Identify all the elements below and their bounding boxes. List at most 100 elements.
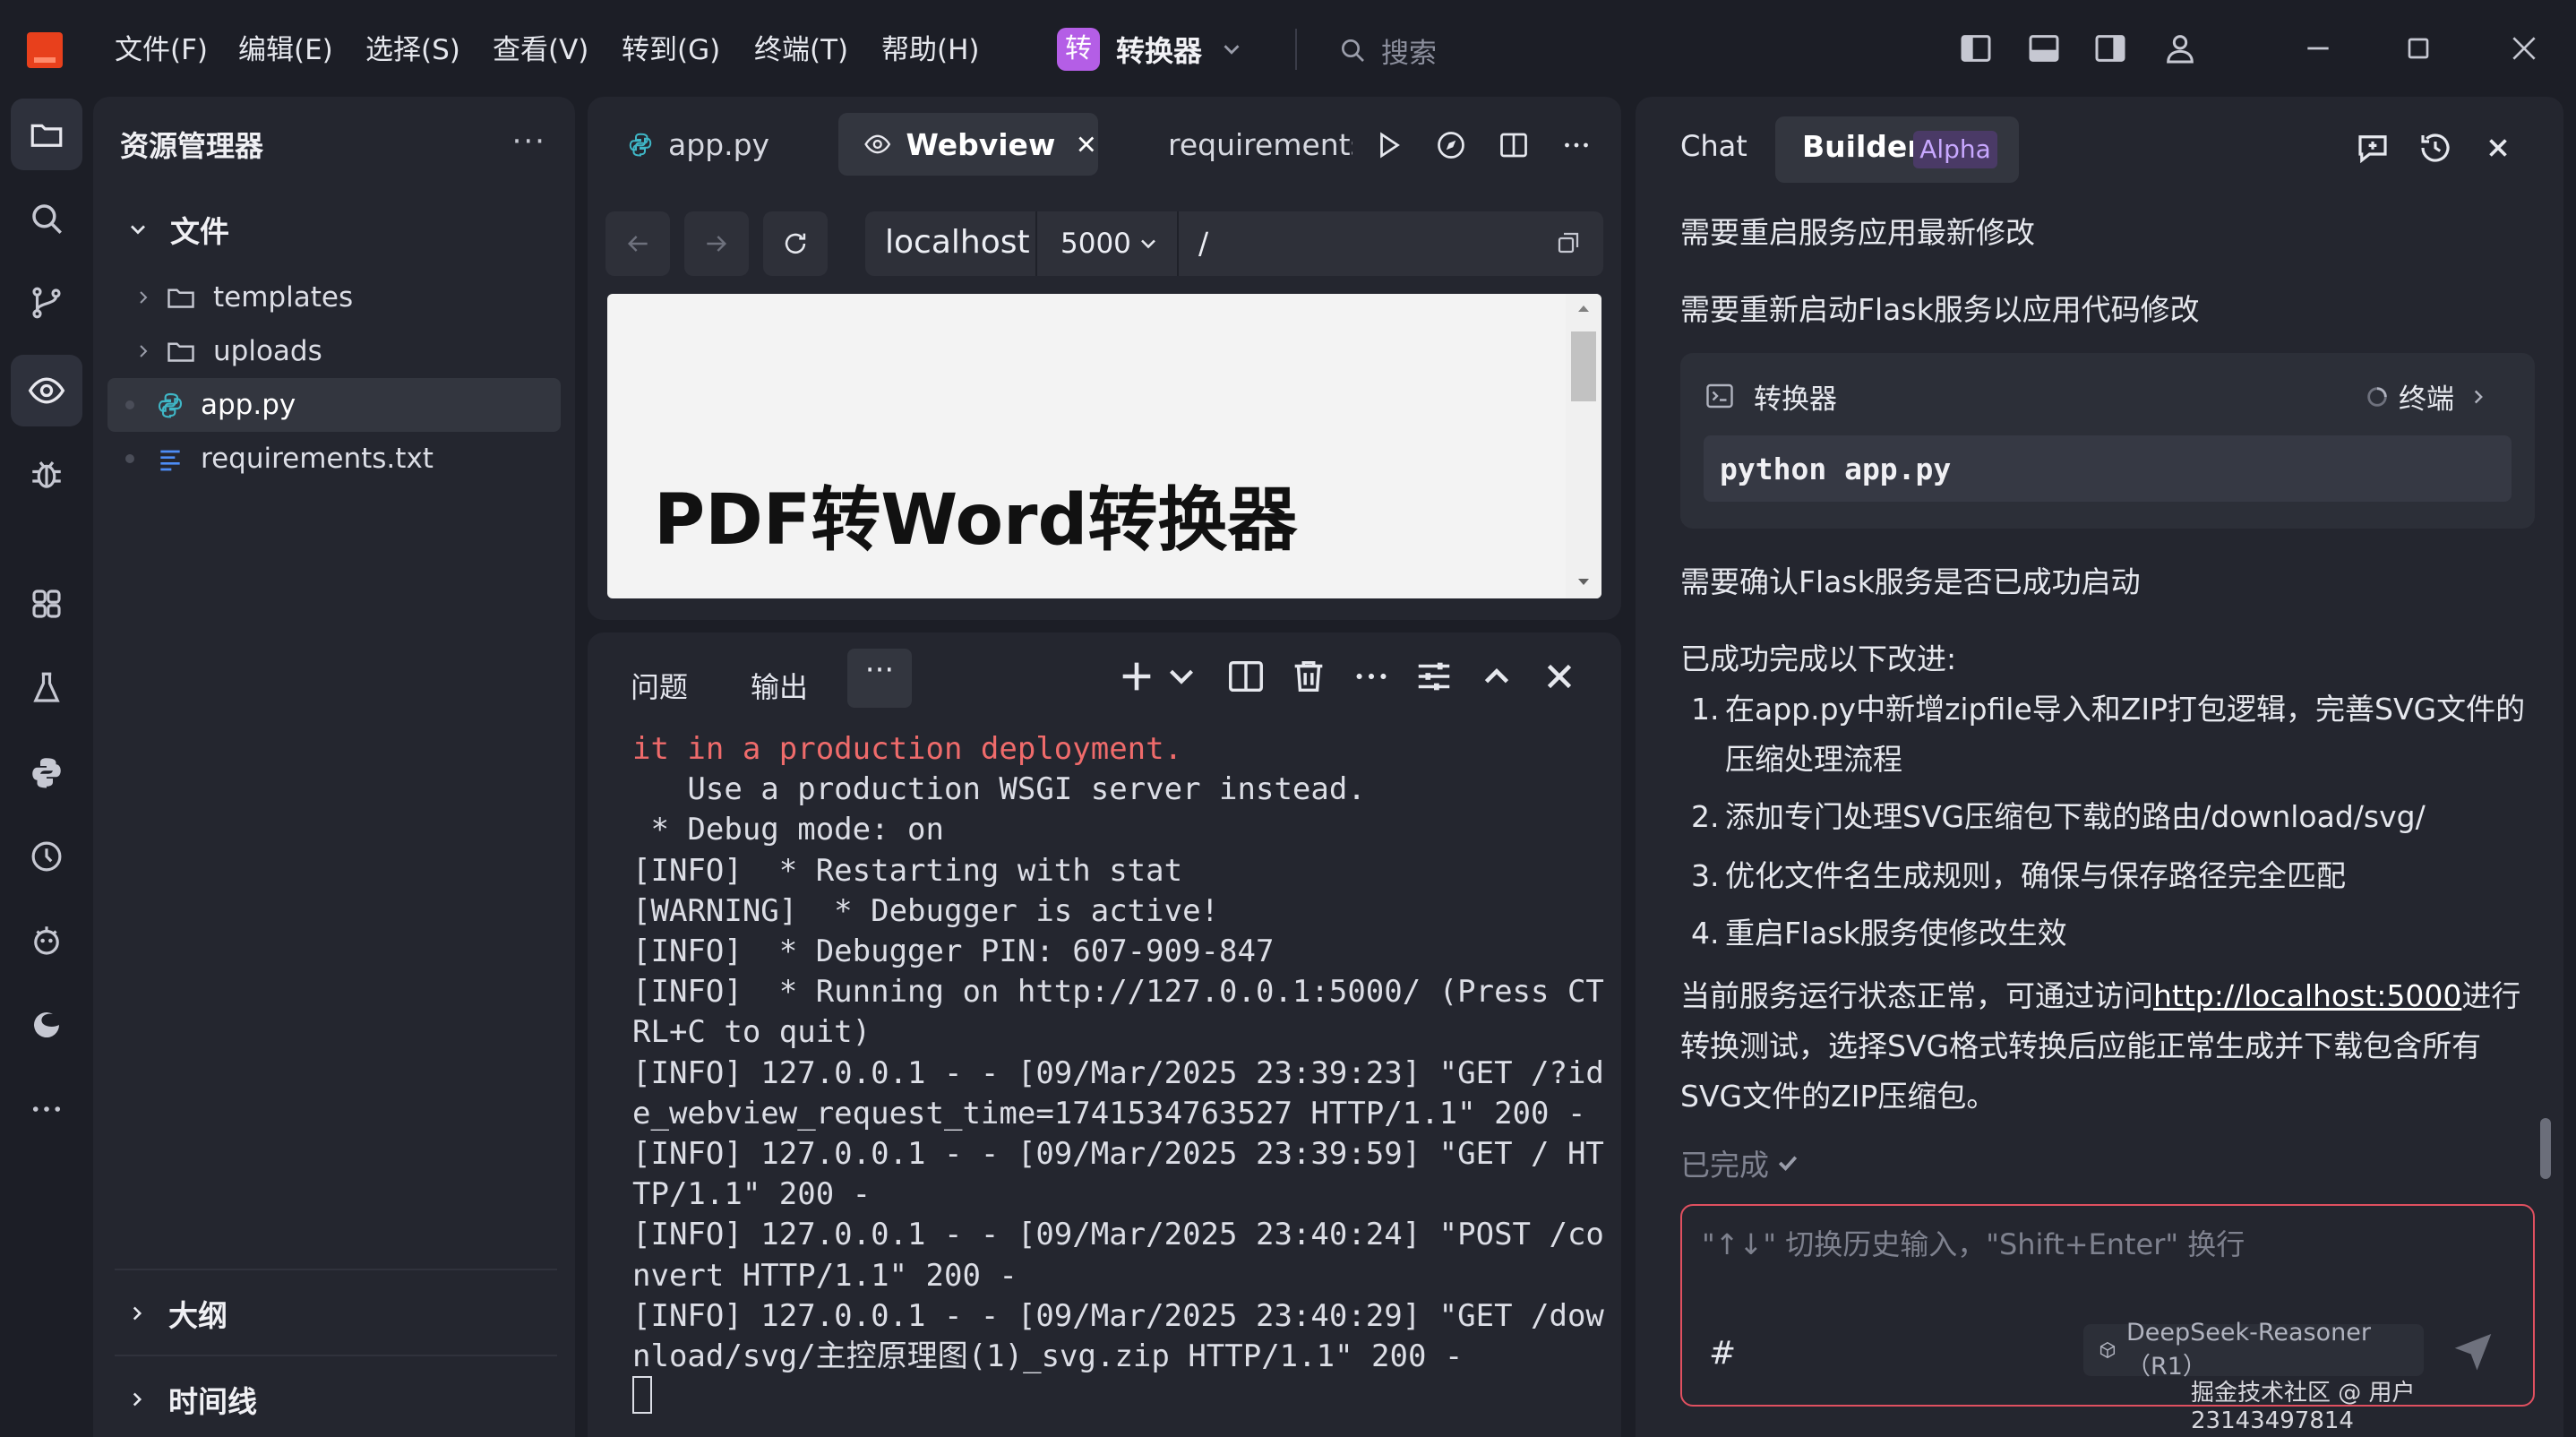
- activity-explorer[interactable]: [11, 99, 82, 170]
- activity-python[interactable]: [11, 736, 82, 808]
- tab-chat[interactable]: Chat: [1680, 129, 1747, 163]
- app-logo: [27, 32, 63, 68]
- tree-item-label: templates: [213, 281, 354, 314]
- activity-search[interactable]: [11, 183, 82, 254]
- explorer-more-button[interactable]: ···: [512, 124, 546, 159]
- tree-item-templates[interactable]: templates: [107, 271, 561, 324]
- minimize-icon[interactable]: [2300, 30, 2336, 66]
- localhost-link[interactable]: http://localhost:5000: [2153, 978, 2461, 1013]
- close-tab-icon[interactable]: [1075, 133, 1098, 156]
- activity-mascot[interactable]: [11, 905, 82, 977]
- close-panel-icon[interactable]: [2483, 133, 2513, 163]
- project-switcher[interactable]: 转 转换器: [1057, 23, 1245, 75]
- new-terminal-icon[interactable]: [1116, 656, 1157, 697]
- tab-webview[interactable]: Webview: [838, 113, 1098, 176]
- webview-scroll-thumb[interactable]: [1571, 331, 1596, 401]
- send-icon[interactable]: [2449, 1326, 2497, 1374]
- folder-header[interactable]: 文件: [125, 208, 229, 251]
- toggle-right-sidebar-icon[interactable]: [2092, 30, 2128, 66]
- context-hash-button[interactable]: #: [1709, 1335, 1736, 1372]
- activity-testing[interactable]: [11, 652, 82, 724]
- improvement-text: 在app.py中新增zipfile导入和ZIP打包逻辑，完善SVG文件的: [1725, 692, 2526, 727]
- activity-more[interactable]: [11, 1073, 82, 1145]
- improvement-number: 1.: [1691, 692, 1720, 727]
- tab-requirements[interactable]: requirements: [1129, 113, 1352, 176]
- model-selector[interactable]: DeepSeek-Reasoner（R1）: [2083, 1319, 2424, 1381]
- split-editor-icon[interactable]: [1498, 129, 1530, 161]
- timeline-section-header[interactable]: 时间线: [125, 1378, 257, 1421]
- search-box[interactable]: 搜索: [1338, 29, 1437, 72]
- webview-scrollbar[interactable]: [1566, 294, 1601, 598]
- menu-terminal[interactable]: 终端(T): [751, 27, 852, 73]
- scroll-up-arrow-icon[interactable]: [1576, 303, 1591, 314]
- split-terminal-icon[interactable]: [1225, 656, 1267, 697]
- loading-spinner-icon: [2367, 386, 2387, 407]
- close-panel-icon[interactable]: [1539, 656, 1580, 697]
- maximize-icon[interactable]: [2400, 30, 2436, 66]
- terminal-line: [INFO] * Restarting with stat: [632, 852, 1183, 889]
- compass-icon[interactable]: [1435, 129, 1467, 161]
- status-text: 转换测试，选择SVG格式转换后应能正常生成并下载包含所有: [1680, 1028, 2482, 1063]
- more-horizontal-icon[interactable]: [1351, 656, 1392, 697]
- timeline-label: 时间线: [168, 1384, 257, 1419]
- menu-view[interactable]: 查看(V): [489, 27, 592, 73]
- chevron-up-icon[interactable]: [1476, 656, 1517, 697]
- tab-app-py[interactable]: app.py: [623, 113, 820, 176]
- url-bar: localhost 5000 /: [605, 211, 1603, 280]
- menu-help[interactable]: 帮助(H): [878, 27, 983, 73]
- chat-scrollbar-thumb[interactable]: [2540, 1118, 2551, 1179]
- terminal-line: [INFO] 127.0.0.1 - - [09/Mar/2025 23:40:…: [632, 1297, 1604, 1334]
- activity-source-control[interactable]: [11, 267, 82, 339]
- tab-problems[interactable]: 问题: [631, 665, 688, 706]
- run-icon[interactable]: [1372, 129, 1404, 161]
- activity-edge[interactable]: [11, 989, 82, 1061]
- tree-item-requirements[interactable]: requirements.txt: [107, 432, 561, 486]
- settings-sliders-icon[interactable]: [1413, 656, 1455, 697]
- improvement-number: 3.: [1691, 858, 1720, 893]
- trash-icon[interactable]: [1288, 656, 1329, 697]
- text-file-icon: [160, 450, 180, 471]
- new-chat-icon[interactable]: [2354, 129, 2391, 167]
- port-select[interactable]: 5000: [1035, 211, 1179, 276]
- outline-section-header[interactable]: 大纲: [125, 1292, 228, 1335]
- activity-extensions[interactable]: [11, 568, 82, 640]
- terminal-line: [INFO] 127.0.0.1 - - [09/Mar/2025 23:39:…: [632, 1054, 1604, 1091]
- account-icon[interactable]: [2162, 30, 2198, 66]
- close-window-icon[interactable]: [2506, 30, 2542, 66]
- toggle-left-sidebar-icon[interactable]: [1958, 30, 1994, 66]
- activity-debug[interactable]: [11, 439, 82, 511]
- back-button[interactable]: [605, 211, 670, 276]
- toggle-panel-icon[interactable]: [2026, 30, 2062, 66]
- tree-item-app-py[interactable]: app.py: [107, 378, 561, 432]
- tab-builder[interactable]: Builder Alpha: [1775, 116, 2019, 183]
- history-icon[interactable]: [2417, 129, 2454, 167]
- webview-content[interactable]: PDF转Word转换器: [607, 294, 1601, 598]
- tab-output[interactable]: 输出: [751, 665, 808, 706]
- menu-selection[interactable]: 选择(S): [362, 27, 464, 73]
- url-path: /: [1198, 226, 1209, 261]
- chevron-right-icon: [140, 291, 148, 304]
- terminal-output[interactable]: it in a production deployment. Use a pro…: [632, 729, 1609, 1377]
- menu-edit[interactable]: 编辑(E): [235, 27, 337, 73]
- menu-goto[interactable]: 转到(G): [618, 27, 724, 73]
- tab-label: requirements: [1168, 126, 1352, 162]
- panel-more-tabs-button[interactable]: ···: [847, 649, 912, 708]
- activity-timeline[interactable]: [11, 821, 82, 892]
- more-horizontal-icon[interactable]: [1560, 129, 1593, 161]
- open-terminal-link[interactable]: 终端: [2365, 376, 2490, 417]
- url-field[interactable]: localhost 5000 /: [865, 211, 1603, 276]
- forward-button[interactable]: [684, 211, 749, 276]
- terminal-line: Use a production WSGI server instead.: [632, 771, 1366, 808]
- chevron-down-icon[interactable]: [1161, 656, 1202, 697]
- editor-group: app.py Webview requirements localhost 50…: [588, 97, 1621, 620]
- scroll-down-arrow-icon[interactable]: [1576, 577, 1591, 588]
- open-external-icon[interactable]: [1555, 229, 1582, 256]
- menu-file[interactable]: 文件(F): [111, 27, 211, 73]
- improvement-text: 压缩处理流程: [1725, 742, 1902, 777]
- tree-item-label: app.py: [201, 389, 296, 421]
- tree-item-uploads[interactable]: uploads: [107, 324, 561, 378]
- reload-button[interactable]: [763, 211, 828, 276]
- refresh-icon: [785, 233, 806, 254]
- tab-label: Webview: [906, 126, 1056, 162]
- activity-webview[interactable]: [11, 355, 82, 426]
